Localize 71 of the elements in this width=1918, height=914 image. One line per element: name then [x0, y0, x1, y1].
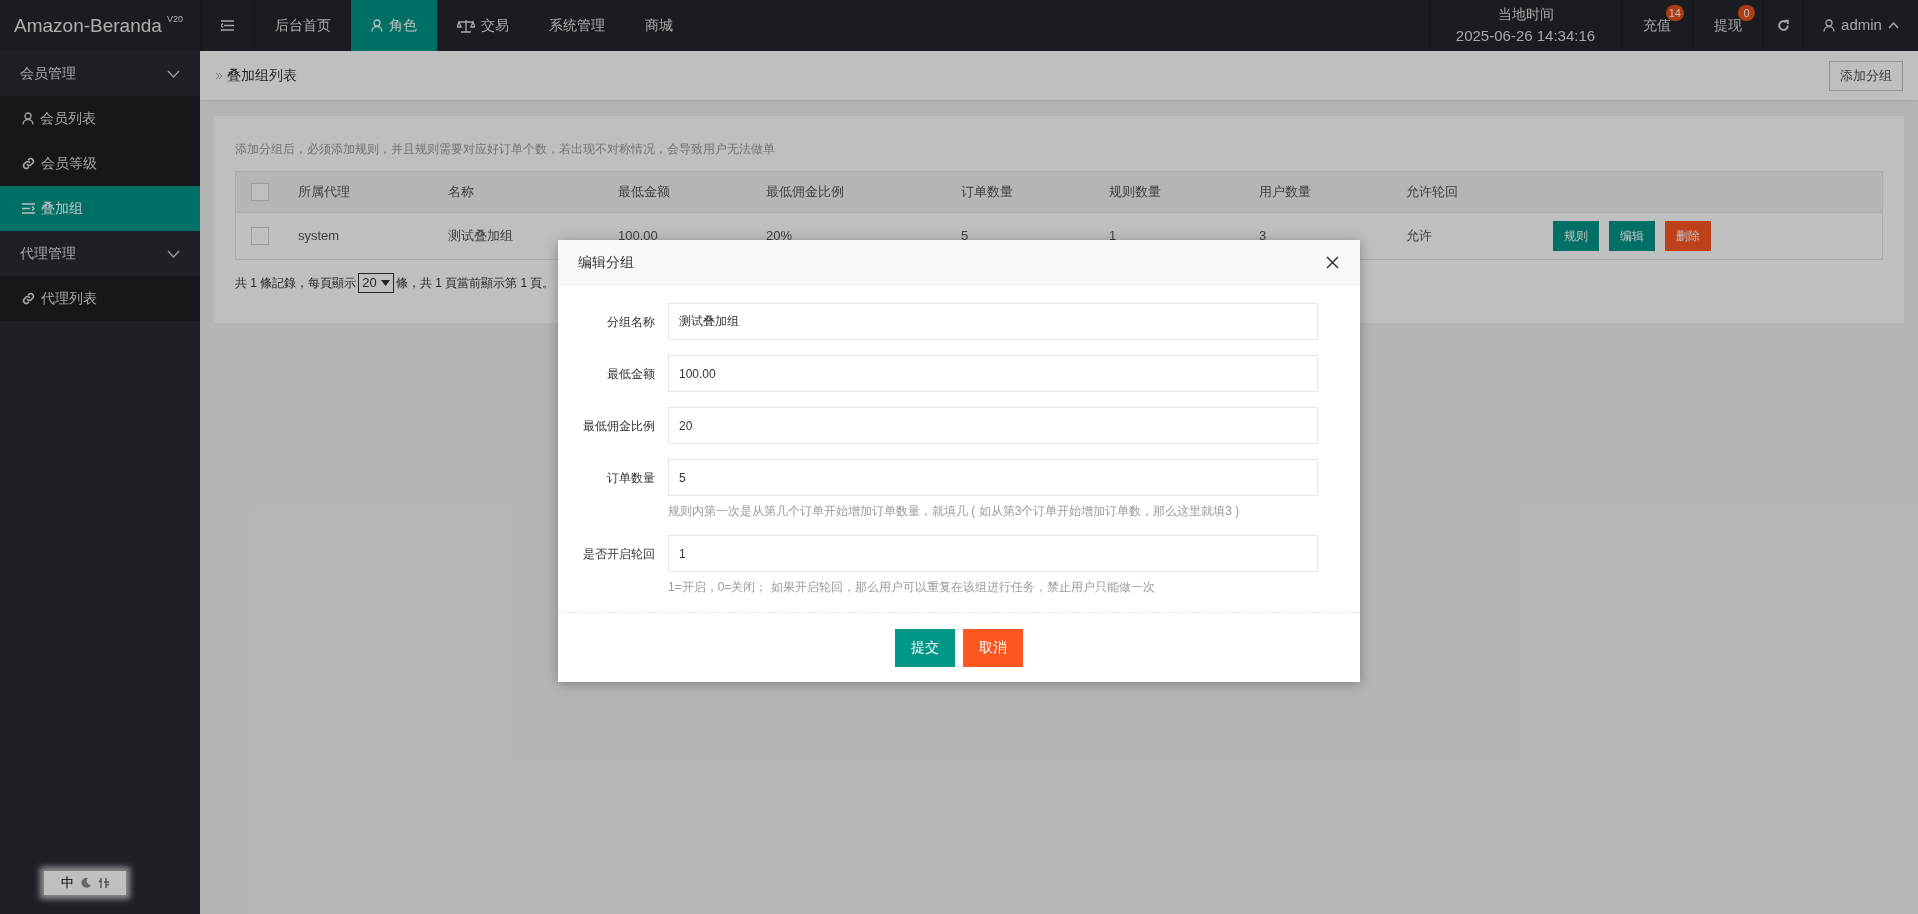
text-field[interactable]: 20: [668, 407, 1318, 444]
table-cell-text: 允许: [1406, 227, 1433, 246]
column-header: 所属代理: [298, 183, 351, 202]
dialog-title: 编辑分组: [578, 252, 634, 272]
menu-icon: [221, 20, 234, 31]
table-cell-text: system: [298, 227, 341, 246]
dialog-button[interactable]: 提交: [895, 628, 955, 667]
row-action-button[interactable]: 编辑: [1609, 221, 1655, 251]
column-header: 规则数量: [1109, 183, 1162, 202]
chevron-icon: [167, 249, 180, 258]
column-header: 允许轮回: [1406, 183, 1459, 202]
double-chevron-icon: [215, 71, 223, 80]
table-cell-text: 1: [1109, 227, 1118, 246]
table-cell-text: 3: [1259, 227, 1268, 246]
sidebar-group[interactable]: 会员管理: [0, 51, 200, 96]
field-hint: 1=开启，0=关闭； 如果开启轮回，那么用户可以重复在该组进行任务，禁止用户只能做一次: [668, 579, 1156, 596]
clock-label: 当地时间: [1497, 4, 1554, 24]
chevron-icon: [167, 69, 180, 78]
top-nav-tab[interactable]: 交易: [437, 0, 529, 51]
field-label: 订单数量: [606, 470, 656, 487]
list-icon: [22, 203, 35, 214]
field-label: 最低金额: [606, 366, 656, 383]
refresh-icon: [1777, 19, 1790, 32]
user-icon: [22, 112, 34, 125]
sidebar-item[interactable]: 会员等级: [0, 141, 200, 186]
row-action-button[interactable]: 规则: [1553, 221, 1599, 251]
text-field[interactable]: 测试叠加组: [668, 303, 1318, 340]
pagination-text: 共 1 條記錄，每頁顯示: [235, 275, 357, 292]
text-field[interactable]: 5: [668, 459, 1318, 496]
table-cell-text: 5: [961, 227, 970, 246]
column-header: 最低金额: [618, 183, 671, 202]
pagination-text: 條，共 1 頁當前顯示第 1 頁。: [395, 275, 555, 292]
breadcrumb-title: 叠加组列表: [227, 66, 297, 85]
column-header: 名称: [448, 183, 475, 202]
sidebar-group[interactable]: 代理管理: [0, 231, 200, 276]
row-checkbox[interactable]: [251, 227, 269, 245]
caret-icon: [380, 280, 390, 286]
scale-icon: [457, 18, 475, 33]
top-nav-tab[interactable]: 商城: [625, 0, 693, 51]
link-icon: [22, 157, 35, 170]
field-label: 分组名称: [606, 314, 656, 331]
text-field[interactable]: 100.00: [668, 355, 1318, 392]
close-button[interactable]: [1324, 254, 1340, 270]
add-group-button[interactable]: 添加分组: [1829, 60, 1903, 91]
ime-mode-label: 中: [60, 874, 74, 893]
field-label: 最低佣金比例: [582, 418, 656, 435]
text-field[interactable]: 1: [668, 535, 1318, 572]
column-header: 订单数量: [961, 183, 1014, 202]
column-header: 最低佣金比例: [766, 183, 845, 202]
link-icon: [22, 292, 35, 305]
app-logo: Amazon-Beranda V20: [13, 13, 184, 38]
select-all-checkbox[interactable]: [251, 183, 269, 201]
top-nav-tab[interactable]: 后台首页: [255, 0, 351, 51]
field-label: 是否开启轮回: [582, 546, 656, 563]
user-icon: [371, 19, 383, 32]
user-icon: [1823, 19, 1836, 32]
field-hint: 规则内第一次是从第几个订单开始增加订单数量，就填几 ( 如从第3个订单开始增加订单数，那么这里就填3 ): [668, 503, 1241, 520]
sidebar-item[interactable]: 会员列表: [0, 96, 200, 141]
sidebar-item[interactable]: 代理列表: [0, 276, 200, 321]
table-cell-text: 100.00: [618, 227, 659, 246]
page-size-select[interactable]: 20: [358, 273, 394, 293]
table-cell-text: 20%: [766, 227, 794, 246]
notice-text: 添加分组后，必须添加规则，并且规则需要对应好订单个数，若出现不对称情况，会导致用户无法做单: [235, 141, 776, 158]
close-icon: [1325, 255, 1339, 269]
caret-icon: [1887, 22, 1899, 29]
moon-icon: [79, 877, 92, 889]
clock-time: 2025-06-26 14:34:16: [1455, 25, 1596, 46]
column-header: 用户数量: [1259, 183, 1312, 202]
table-cell-text: 测试叠加组: [448, 227, 514, 246]
top-nav-tab[interactable]: 系统管理: [529, 0, 625, 51]
punctuation-icon: [97, 877, 110, 889]
